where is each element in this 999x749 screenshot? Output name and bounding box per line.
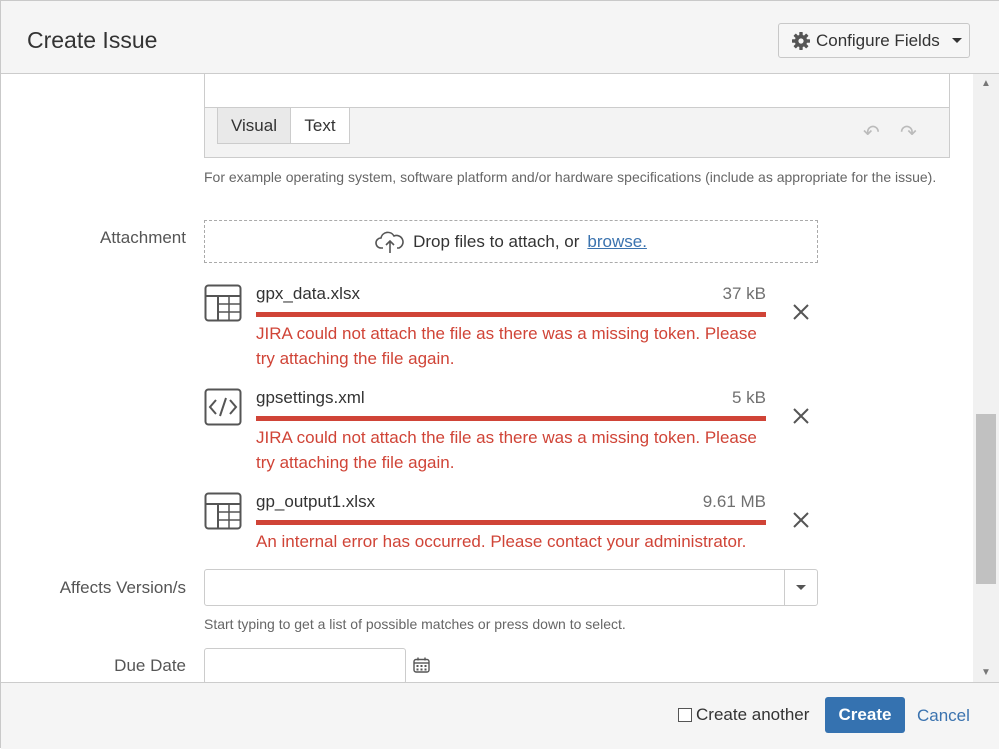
create-another-label: Create another — [696, 705, 809, 725]
chevron-down-icon — [796, 585, 806, 590]
close-icon[interactable] — [791, 302, 811, 322]
close-icon[interactable] — [791, 510, 811, 530]
redo-icon[interactable]: ↷ — [900, 120, 917, 145]
attachment-label: Attachment — [1, 228, 186, 248]
upload-progress-bar — [256, 520, 766, 525]
file-name: gpx_data.xlsx — [256, 284, 360, 304]
dialog-footer: Create another Create Cancel — [1, 682, 999, 749]
attachment-dropzone[interactable]: Drop files to attach, or browse. — [204, 220, 818, 263]
due-date-label: Due Date — [1, 656, 186, 676]
upload-error-message: JIRA could not attach the file as there … — [256, 321, 776, 371]
create-button[interactable]: Create — [825, 697, 905, 733]
environment-textarea[interactable] — [204, 74, 950, 108]
configure-fields-label: Configure Fields — [816, 31, 940, 51]
gear-icon — [791, 31, 811, 51]
scrollbar[interactable]: ▲ ▼ — [973, 74, 999, 682]
cancel-link[interactable]: Cancel — [917, 706, 970, 726]
tab-visual[interactable]: Visual — [217, 108, 291, 144]
create-issue-dialog: Create Issue Configure Fields — [0, 0, 999, 748]
spreadsheet-icon — [204, 492, 242, 530]
affects-version-label: Affects Version/s — [1, 578, 186, 598]
editor-toolbar: Visual Text ↶ ↷ — [204, 108, 950, 158]
create-another-option[interactable]: Create another — [678, 705, 809, 725]
file-size: 5 kB — [732, 388, 766, 408]
close-icon[interactable] — [791, 406, 811, 426]
dialog-title: Create Issue — [27, 27, 157, 54]
chevron-up-icon[interactable]: ▲ — [981, 78, 991, 89]
due-date-input[interactable] — [204, 648, 406, 682]
cloud-upload-icon — [375, 230, 405, 254]
file-name: gp_output1.xlsx — [256, 492, 375, 512]
spreadsheet-icon — [204, 284, 242, 322]
upload-error-message: JIRA could not attach the file as there … — [256, 425, 776, 475]
upload-error-message: An internal error has occurred. Please c… — [256, 529, 776, 554]
configure-fields-button[interactable]: Configure Fields — [778, 23, 970, 58]
dialog-body: Visual Text ↶ ↷ For example operating sy… — [1, 74, 973, 682]
chevron-down-icon[interactable]: ▼ — [981, 667, 991, 678]
dropzone-text: Drop files to attach, or — [413, 232, 579, 252]
browse-link[interactable]: browse. — [587, 232, 647, 252]
file-size: 37 kB — [723, 284, 766, 304]
affects-version-help-text: Start typing to get a list of possible m… — [204, 612, 626, 636]
environment-help-text: For example operating system, software p… — [204, 165, 944, 189]
code-file-icon — [204, 388, 242, 426]
scrollbar-thumb[interactable] — [976, 414, 996, 584]
tab-text[interactable]: Text — [290, 108, 350, 144]
affects-version-select[interactable] — [204, 569, 818, 606]
dialog-header: Create Issue Configure Fields — [1, 1, 999, 74]
file-size: 9.61 MB — [703, 492, 766, 512]
undo-icon[interactable]: ↶ — [863, 120, 880, 145]
calendar-icon[interactable] — [413, 657, 430, 673]
create-another-checkbox[interactable] — [678, 708, 692, 722]
upload-progress-bar — [256, 416, 766, 421]
dropdown-toggle[interactable] — [784, 570, 817, 605]
file-name: gpsettings.xml — [256, 388, 365, 408]
chevron-down-icon — [952, 38, 962, 43]
upload-progress-bar — [256, 312, 766, 317]
